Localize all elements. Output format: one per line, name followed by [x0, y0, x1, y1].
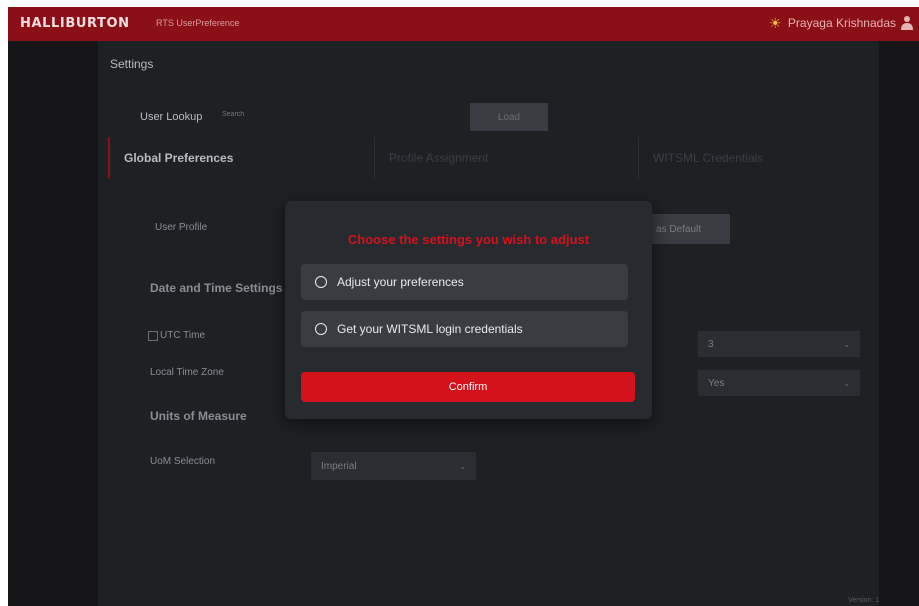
- confirm-button[interactable]: Confirm: [301, 372, 635, 402]
- uom-select-value: Imperial: [321, 460, 357, 472]
- uom-select[interactable]: Imperial ⌄: [311, 452, 476, 480]
- option-label: Get your WITSML login credentials: [337, 322, 523, 336]
- person-icon[interactable]: [901, 15, 915, 31]
- settings-choice-modal: Choose the settings you wish to adjust A…: [285, 201, 652, 419]
- user-area[interactable]: ☀ Prayaga Krishnadas: [769, 15, 915, 31]
- page-title: Settings: [110, 57, 154, 71]
- left-sidebar: [8, 41, 98, 606]
- tab-global-preferences[interactable]: Global Preferences: [108, 137, 368, 179]
- option-label: Adjust your preferences: [337, 275, 464, 289]
- top-bar: HALLIBURTON RTS UserPreference ☀ Prayaga…: [8, 7, 919, 41]
- right-select-1-value: 3: [708, 338, 714, 350]
- tab-bar: Global Preferences Profile Assignment WI…: [108, 137, 879, 179]
- user-lookup-search-input[interactable]: [222, 111, 312, 118]
- option-adjust-preferences[interactable]: Adjust your preferences: [301, 264, 628, 300]
- user-name[interactable]: Prayaga Krishnadas: [788, 16, 896, 30]
- chevron-down-icon: ⌄: [843, 378, 850, 388]
- tab-witsml-credentials[interactable]: WITSML Credentials: [638, 137, 879, 179]
- radio-button[interactable]: [315, 323, 327, 335]
- right-select-1[interactable]: 3 ⌄: [698, 331, 860, 357]
- load-button[interactable]: Load: [470, 103, 548, 131]
- right-select-2-value: Yes: [708, 377, 725, 389]
- uom-selection-label: UoM Selection: [150, 456, 216, 467]
- chevron-down-icon: ⌄: [459, 461, 466, 471]
- utc-time-label: UTC Time: [160, 330, 205, 341]
- units-of-measure-heading: Units of Measure: [150, 409, 247, 423]
- set-as-default-button[interactable]: as Default: [648, 214, 730, 244]
- user-lookup-label: User Lookup: [140, 111, 203, 123]
- option-witsml-credentials[interactable]: Get your WITSML login credentials: [301, 311, 628, 347]
- user-profile-label: User Profile: [155, 222, 208, 233]
- tab-profile-assignment[interactable]: Profile Assignment: [374, 137, 632, 179]
- right-select-2[interactable]: Yes ⌄: [698, 370, 860, 396]
- radio-button[interactable]: [315, 276, 327, 288]
- utc-time-checkbox[interactable]: [148, 331, 158, 341]
- modal-title: Choose the settings you wish to adjust: [347, 232, 590, 247]
- sun-icon[interactable]: ☀: [769, 16, 783, 30]
- chevron-down-icon: ⌄: [843, 339, 850, 349]
- right-sidebar: [879, 41, 919, 606]
- date-time-section-heading: Date and Time Settings: [150, 281, 283, 295]
- app-title: RTS UserPreference: [156, 18, 240, 28]
- brand-logo: HALLIBURTON: [20, 16, 130, 31]
- local-time-zone-label: Local Time Zone: [150, 367, 224, 378]
